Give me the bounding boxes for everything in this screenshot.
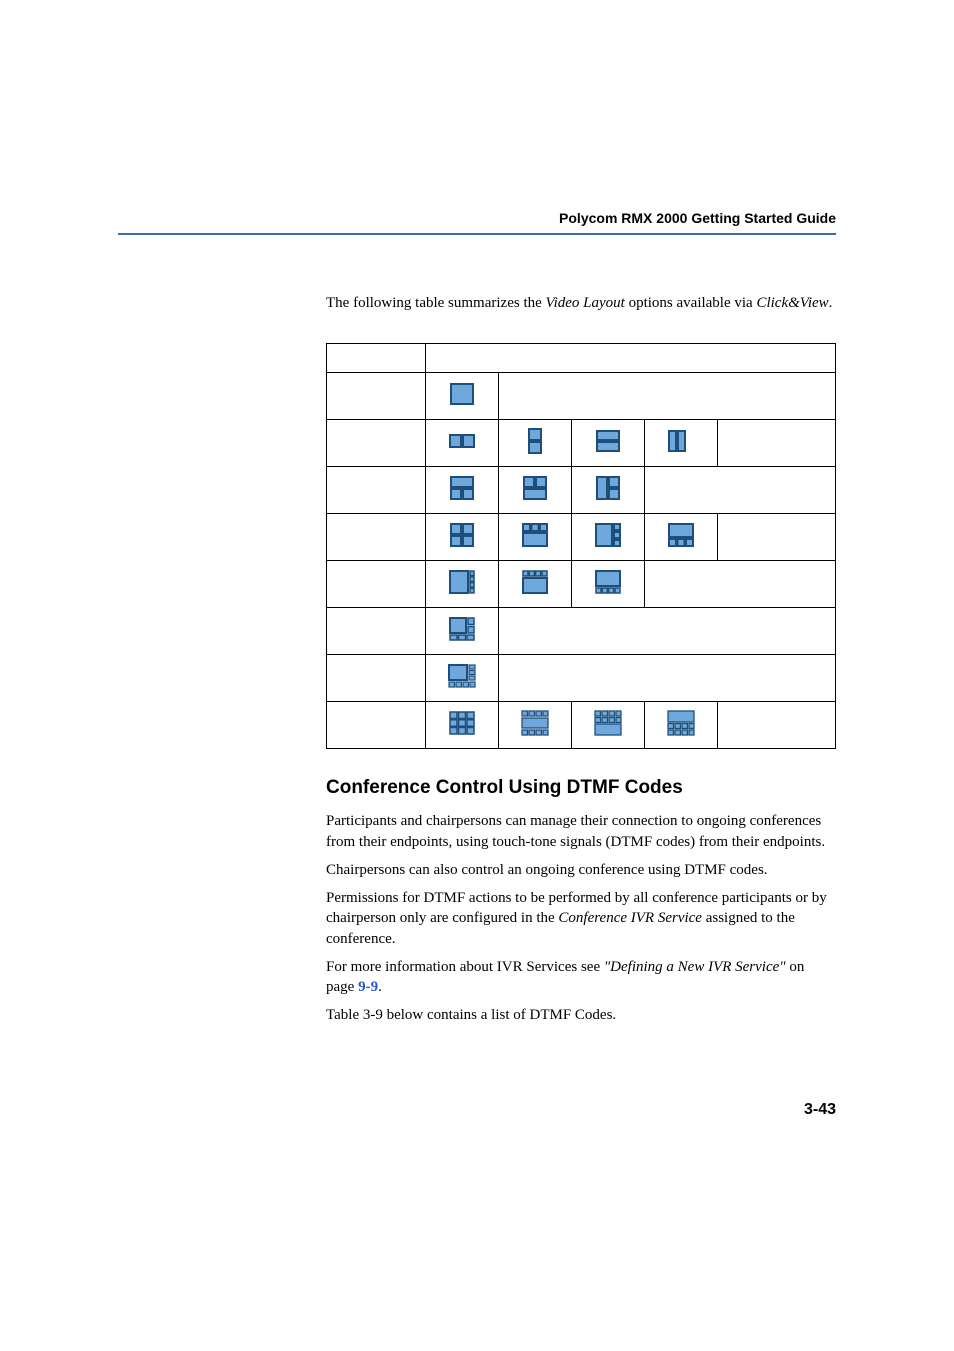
layout-1big3small-icon: [595, 523, 621, 547]
table-row-label: [327, 467, 426, 514]
layout-1left2right-icon: [596, 476, 620, 500]
layout-cell: [499, 467, 572, 514]
layout-cell: [426, 561, 499, 608]
layout-2v-icon: [528, 428, 542, 454]
table-empty-cell: [499, 608, 836, 655]
em-text: "Defining a New IVR Service": [604, 959, 786, 975]
header-divider: [118, 233, 836, 235]
layout-cell: [499, 561, 572, 608]
layout-2top1bottom-icon: [523, 476, 547, 500]
layout-cell: [426, 467, 499, 514]
table-empty-cell: [718, 514, 836, 561]
header-title: Polycom RMX 2000 Getting Started Guide: [559, 210, 836, 226]
table-empty-cell: [718, 420, 836, 467]
table-row-label: [327, 608, 426, 655]
layout-1top2x4bot-icon: [667, 710, 695, 736]
layout-1plus4side-icon: [449, 570, 475, 594]
layout-2x4top1bot-icon: [594, 710, 622, 736]
layout-1plus1-icon: [596, 430, 620, 452]
intro-text-mid: options available via: [625, 295, 757, 311]
table-row: [327, 608, 836, 655]
table-row: [327, 420, 836, 467]
intro-em-clickview: Click&View: [756, 295, 828, 311]
layout-1top2bottom-icon: [450, 476, 474, 500]
table-empty-cell: [645, 467, 836, 514]
layout-cell: [572, 514, 645, 561]
table-header-left: [327, 344, 426, 373]
section-heading: Conference Control Using DTMF Codes: [326, 777, 836, 799]
table-row-label: [327, 561, 426, 608]
intro-text-post: .: [829, 295, 833, 311]
layout-cell: [426, 514, 499, 561]
layout-cell: [572, 420, 645, 467]
layout-cell: [499, 514, 572, 561]
layout-1plus1-side-icon: [668, 430, 694, 452]
paragraph: Permissions for DTMF actions to be perfo…: [326, 888, 836, 949]
layout-2h-icon: [449, 434, 475, 448]
table-header-right: [426, 344, 836, 373]
layout-cell: [426, 373, 499, 420]
table-empty-cell: [718, 702, 836, 749]
intro-paragraph: The following table summarizes the Video…: [326, 293, 836, 313]
table-empty-cell: [499, 373, 836, 420]
table-row: [327, 467, 836, 514]
layout-cell: [572, 561, 645, 608]
text: .: [378, 979, 382, 995]
table-row-label: [327, 655, 426, 702]
layout-quad-icon: [450, 523, 474, 547]
layout-1plus7-icon: [448, 664, 476, 688]
layout-3top1bottom-icon: [522, 523, 548, 547]
table-row-label: [327, 373, 426, 420]
layout-cell: [645, 420, 718, 467]
paragraph: Chairpersons can also control an ongoing…: [326, 860, 836, 880]
layout-cell: [499, 702, 572, 749]
text: For more information about IVR Services …: [326, 959, 604, 975]
page-number: 3-43: [804, 1101, 836, 1119]
layout-cell: [572, 467, 645, 514]
table-row-label: [327, 702, 426, 749]
intro-em-video-layout: Video Layout: [546, 295, 625, 311]
table-empty-cell: [499, 655, 836, 702]
table-row: [327, 655, 836, 702]
table-row: [327, 702, 836, 749]
paragraph: Table 3-9 below contains a list of DTMF …: [326, 1005, 836, 1025]
layout-1up-icon: [450, 383, 474, 405]
table-row: [327, 514, 836, 561]
em-text: Conference IVR Service: [558, 910, 702, 926]
layout-cell: [426, 702, 499, 749]
layout-4top1big-icon: [522, 570, 548, 594]
layout-cell: [426, 608, 499, 655]
layout-cell: [645, 702, 718, 749]
intro-text-pre: The following table summarizes the: [326, 295, 546, 311]
table-row-label: [327, 420, 426, 467]
layout-4top1mid4bot-icon: [521, 710, 549, 736]
table-empty-cell: [645, 561, 836, 608]
layout-cell: [572, 702, 645, 749]
paragraph: Participants and chairpersons can manage…: [326, 811, 836, 852]
table-row: [327, 373, 836, 420]
table-row-label: [327, 514, 426, 561]
section-body: Participants and chairpersons can manage…: [326, 811, 836, 1025]
cross-ref-link[interactable]: 9-9: [358, 979, 378, 995]
table-row: [327, 561, 836, 608]
layout-1top4bottom-icon: [595, 570, 621, 594]
layout-cell: [426, 655, 499, 702]
video-layout-table: [326, 343, 836, 749]
layout-1plus5-icon: [449, 617, 475, 641]
layout-cell: [426, 420, 499, 467]
layout-cell: [499, 420, 572, 467]
paragraph: For more information about IVR Services …: [326, 957, 836, 998]
layout-1top3bottom-icon: [668, 523, 694, 547]
layout-3x3-icon: [449, 711, 475, 735]
layout-cell: [645, 514, 718, 561]
